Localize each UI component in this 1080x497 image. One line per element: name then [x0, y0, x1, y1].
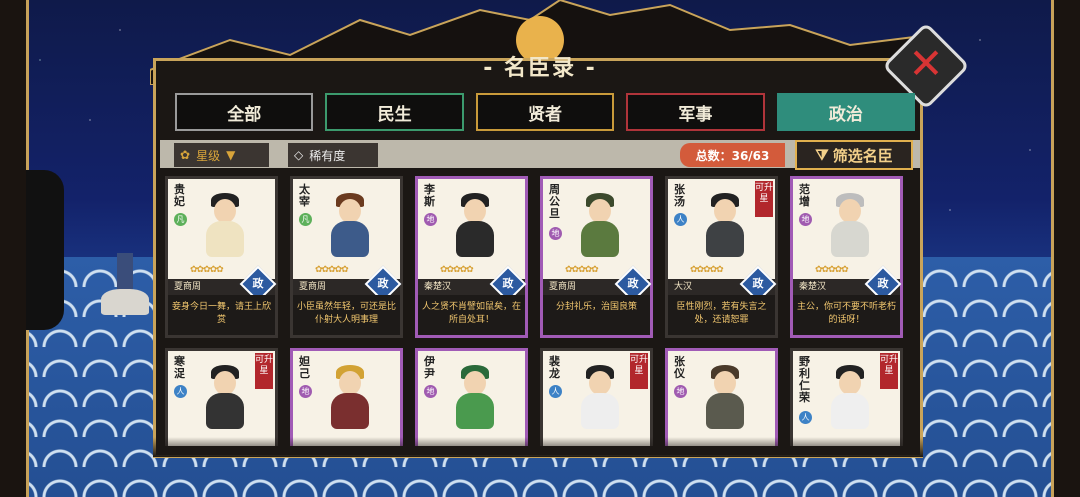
minister-card[interactable]: 周公旦 地 ✿✿✿✿✿ 夏商周 政 分封礼乐，治国良策	[540, 176, 653, 338]
tab-all[interactable]: 全部	[175, 93, 314, 131]
minister-quote: 小臣虽然年轻，可还是比仆射大人明事理	[293, 295, 400, 335]
left-frame	[0, 0, 29, 497]
minister-card[interactable]: 伊尹 地	[415, 348, 528, 446]
minister-card[interactable]: 贵妃 凡 ✿✿✿✿✿ 夏商周 政 妾身今日一舞，请王上欣赏	[165, 176, 278, 338]
minister-name: 李斯	[424, 183, 435, 208]
minister-name: 伊尹	[424, 355, 435, 380]
minister-portrait	[200, 365, 250, 435]
star-filter-dropdown[interactable]: ✿ 星级 ▼	[174, 143, 269, 167]
rank-badge: 人	[799, 411, 812, 424]
minister-name: 妲己	[299, 355, 310, 380]
minister-card[interactable]: 太宰 凡 ✿✿✿✿✿ 夏商周 政 小臣虽然年轻，可还是比仆射大人明事理	[290, 176, 403, 338]
upgrade-star-tag: 可升星	[880, 353, 898, 389]
minister-portrait	[700, 193, 750, 263]
rank-badge: 地	[299, 385, 312, 398]
minister-portrait	[200, 193, 250, 263]
minister-portrait	[325, 193, 375, 263]
tab-zhengzhi[interactable]: 政治	[776, 93, 916, 131]
minister-portrait	[575, 365, 625, 435]
minister-portrait	[700, 365, 750, 435]
minister-quote: 主公，你可不要不听老朽的话呀！	[793, 295, 900, 335]
minister-portrait	[450, 365, 500, 435]
page-title: - 名臣录 -	[483, 56, 597, 81]
minister-quote: 人之贤不肖譬如鼠矣，在所自处耳！	[418, 295, 525, 335]
side-drawer-handle[interactable]	[26, 170, 64, 330]
upgrade-star-tag: 可升星	[255, 353, 273, 389]
category-tabs: 全部 民生 贤者 军事 政治	[175, 93, 916, 131]
minister-name: 范增	[799, 183, 810, 208]
minister-card[interactable]: 野利仁荣 人 可升星	[790, 348, 903, 446]
rank-badge: 凡	[174, 213, 187, 226]
right-frame	[1051, 0, 1080, 497]
minister-card[interactable]: 张仪 地	[665, 348, 778, 446]
minister-name: 张仪	[674, 355, 685, 380]
minister-card[interactable]: 裴龙 人 可升星	[540, 348, 653, 446]
minister-name: 野利仁荣	[799, 355, 810, 404]
minister-portrait	[450, 193, 500, 263]
floating-island	[95, 225, 155, 315]
upgrade-star-tag: 可升星	[755, 181, 773, 217]
rank-badge: 人	[549, 385, 562, 398]
minister-name: 贵妃	[174, 183, 185, 208]
minister-portrait	[825, 193, 875, 263]
minister-name: 张汤	[674, 183, 685, 208]
minister-name: 太宰	[299, 183, 310, 208]
funnel-icon: ⧩	[815, 146, 829, 164]
tab-minsheng[interactable]: 民生	[325, 93, 464, 131]
diamond-icon: ◇	[294, 148, 304, 162]
minister-card[interactable]: 张汤 人 可升星 ✿✿✿✿✿ 大汉 政 臣性刚烈，若有失言之处，还请恕罪	[665, 176, 778, 338]
rank-badge: 地	[674, 385, 687, 398]
minister-portrait	[325, 365, 375, 435]
panel-bottom-fade	[153, 437, 923, 457]
close-icon: ✕	[908, 39, 944, 88]
tab-junshi[interactable]: 军事	[626, 93, 765, 131]
minister-name: 寒浞	[174, 355, 185, 380]
filter-button[interactable]: ⧩ 筛选名臣	[795, 140, 913, 170]
minister-card[interactable]: 妲己 地	[290, 348, 403, 446]
minister-quote: 分封礼乐，治国良策	[543, 295, 650, 335]
minister-card[interactable]: 范增 地 ✿✿✿✿✿ 秦楚汉 政 主公，你可不要不听老朽的话呀！	[790, 176, 903, 338]
rank-badge: 地	[549, 227, 562, 240]
minister-quote: 臣性刚烈，若有失言之处，还请恕罪	[668, 295, 775, 335]
total-count: 总数：36/63	[680, 143, 785, 167]
rank-badge: 地	[424, 213, 437, 226]
minister-card[interactable]: 李斯 地 ✿✿✿✿✿ 秦楚汉 政 人之贤不肖譬如鼠矣，在所自处耳！	[415, 176, 528, 338]
rarity-filter[interactable]: ◇ 稀有度	[288, 143, 378, 167]
minister-name: 周公旦	[549, 183, 560, 220]
minister-name: 裴龙	[549, 355, 560, 380]
chevron-down-icon: ▼	[226, 148, 236, 162]
rank-badge: 地	[799, 213, 812, 226]
minister-card[interactable]: 寒浞 人 可升星	[165, 348, 278, 446]
rank-badge: 凡	[299, 213, 312, 226]
rank-badge: 人	[674, 213, 687, 226]
tab-xianzhe[interactable]: 贤者	[475, 93, 615, 131]
flower-icon: ✿	[180, 148, 191, 162]
upgrade-star-tag: 可升星	[630, 353, 648, 389]
minister-grid: 贵妃 凡 ✿✿✿✿✿ 夏商周 政 妾身今日一舞，请王上欣赏 太宰 凡 ✿✿✿✿✿…	[165, 176, 905, 446]
minister-portrait	[575, 193, 625, 263]
rank-badge: 地	[424, 385, 437, 398]
minister-quote: 妾身今日一舞，请王上欣赏	[168, 295, 275, 335]
rank-badge: 人	[174, 385, 187, 398]
minister-portrait	[825, 365, 875, 435]
